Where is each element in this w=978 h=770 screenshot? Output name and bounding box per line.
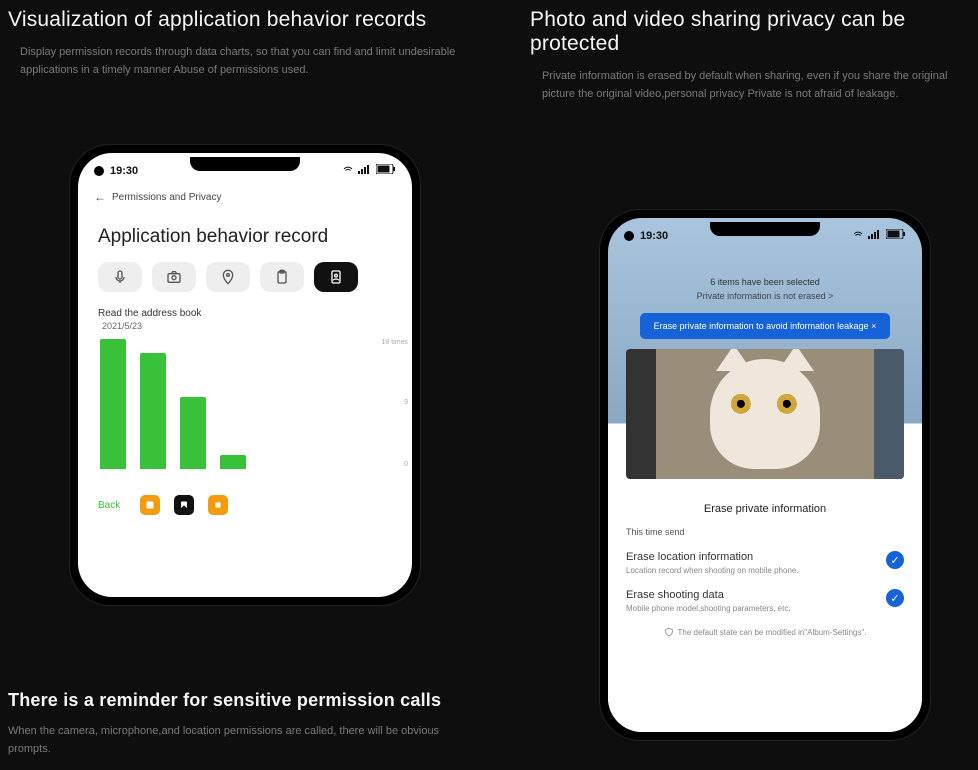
- status-time: 19:30: [110, 165, 138, 177]
- chart-bar: [180, 397, 206, 469]
- camera-hole-icon: [624, 231, 634, 241]
- check-icon[interactable]: ✓: [886, 589, 904, 607]
- status-time: 19:30: [640, 230, 668, 242]
- erase-sheet: Erase private information This time send…: [608, 487, 922, 732]
- option-desc: Mobile phone model,shooting parameters, …: [626, 604, 791, 613]
- footnote-text: The default state can be modified in"Alb…: [678, 628, 867, 637]
- erase-shooting-option[interactable]: Erase shooting data Mobile phone model,s…: [626, 589, 904, 613]
- signal-icon: [868, 229, 882, 242]
- location-pill[interactable]: [206, 262, 250, 292]
- section-subtext-bottom: When the camera, microphone,and location…: [8, 723, 488, 758]
- chart-subtitle: Read the address book: [78, 302, 412, 321]
- chart-legend-row: Back: [78, 489, 412, 521]
- section-heading-bottom: There is a reminder for sensitive permis…: [8, 690, 488, 711]
- breadcrumb-label: Permissions and Privacy: [112, 192, 221, 203]
- section-subtext-right: Private information is erased by default…: [530, 68, 970, 103]
- sheet-subtitle: This time send: [626, 527, 904, 537]
- erase-banner[interactable]: Erase private information to avoid infor…: [640, 313, 891, 339]
- section-heading-left: Visualization of application behavior re…: [8, 8, 488, 32]
- y-label-top: 18 times: [382, 339, 408, 346]
- back-arrow-icon: ←: [94, 190, 106, 204]
- bar-chart: 18 times 9 0: [78, 339, 412, 489]
- app-icon-1: [140, 495, 160, 515]
- share-header: 6 items have been selected Private infor…: [608, 247, 922, 301]
- section-heading-right: Photo and video sharing privacy can be p…: [530, 8, 970, 56]
- clipboard-pill[interactable]: [260, 262, 304, 292]
- section-subtext-left: Display permission records through data …: [8, 44, 488, 79]
- share-image-preview[interactable]: [626, 349, 904, 479]
- app-icon-2: [174, 495, 194, 515]
- option-title: Erase location information: [626, 551, 799, 563]
- wifi-icon: [852, 228, 864, 243]
- cat-image: [710, 359, 820, 469]
- option-title: Erase shooting data: [626, 589, 791, 601]
- phone-notch: [710, 222, 820, 236]
- camera-pill[interactable]: [152, 262, 196, 292]
- app-icon-3: [208, 495, 228, 515]
- sheet-title: Erase private information: [626, 503, 904, 515]
- sheet-footnote: The default state can be modified in"Alb…: [626, 627, 904, 637]
- erase-location-option[interactable]: Erase location information Location reco…: [626, 551, 904, 575]
- phone-mockup-left: 19:30 ← Permissions and Privacy Applicat…: [70, 145, 420, 605]
- chart-bar: [140, 353, 166, 469]
- battery-icon: [376, 164, 396, 177]
- chart-back-label[interactable]: Back: [98, 500, 126, 511]
- check-icon[interactable]: ✓: [886, 551, 904, 569]
- page-title: Application behavior record: [78, 212, 412, 258]
- camera-hole-icon: [94, 166, 104, 176]
- chart-bar: [100, 339, 126, 469]
- phone-mockup-right: 19:30 6 items have been selected Private…: [600, 210, 930, 740]
- y-label-mid: 9: [404, 399, 408, 406]
- chart-bar: [220, 455, 246, 469]
- breadcrumb[interactable]: ← Permissions and Privacy: [78, 182, 412, 212]
- shield-icon: [664, 627, 674, 637]
- battery-icon: [886, 229, 906, 242]
- chart-date: 2021/5/23: [78, 321, 412, 339]
- mic-pill[interactable]: [98, 262, 142, 292]
- y-label-bot: 0: [404, 461, 408, 468]
- selected-count: 6 items have been selected: [608, 277, 922, 287]
- signal-icon: [358, 164, 372, 177]
- wifi-icon: [342, 163, 354, 178]
- erase-banner-text: Erase private information to avoid infor…: [654, 321, 877, 331]
- phone-notch: [190, 157, 300, 171]
- category-pills: [78, 258, 412, 302]
- erase-status[interactable]: Private information is not erased >: [608, 291, 922, 301]
- option-desc: Location record when shooting on mobile …: [626, 566, 799, 575]
- contacts-pill[interactable]: [314, 262, 358, 292]
